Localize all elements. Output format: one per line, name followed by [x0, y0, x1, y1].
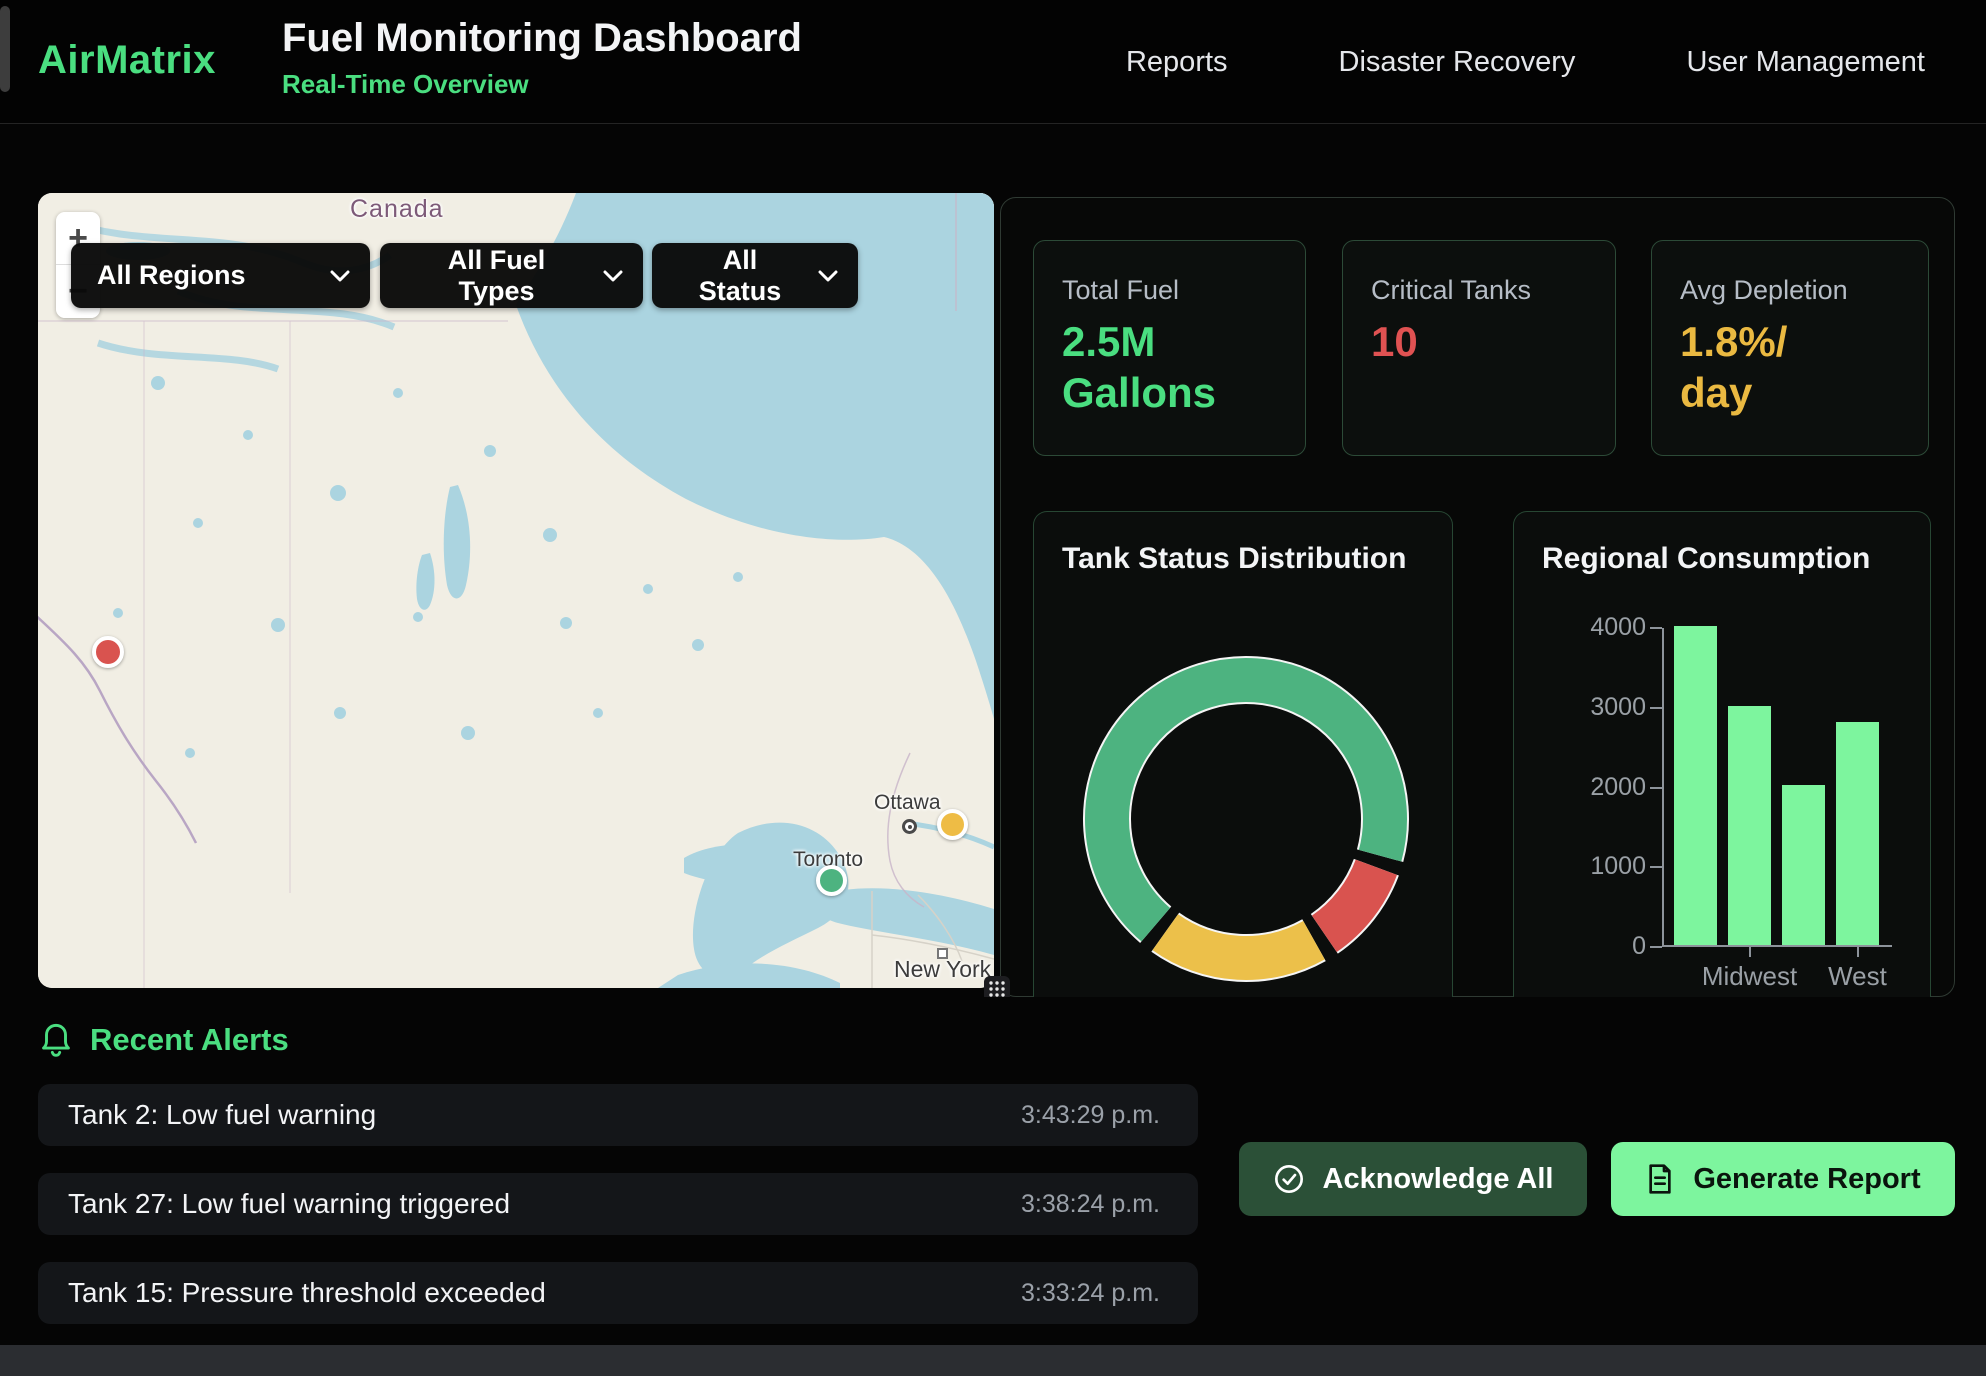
page-subtitle: Real-Time Overview [282, 69, 802, 100]
chevron-down-icon [603, 270, 623, 282]
y-axis-tick [1650, 627, 1662, 629]
stat-value: 2.5MGallons [1062, 316, 1305, 418]
nav-disaster-recovery[interactable]: Disaster Recovery [1339, 46, 1576, 79]
x-axis-tick [1749, 947, 1751, 957]
chevron-down-icon [818, 270, 838, 282]
alert-row[interactable]: Tank 15: Pressure threshold exceeded 3:3… [38, 1262, 1198, 1324]
y-axis-tick-label: 3000 [1540, 693, 1646, 722]
stat-card-total-fuel: Total Fuel 2.5MGallons [1033, 240, 1306, 456]
alert-timestamp: 3:33:24 p.m. [1021, 1279, 1160, 1308]
alert-message: Tank 27: Low fuel warning triggered [68, 1188, 510, 1220]
chart-title: Tank Status Distribution [1062, 542, 1406, 576]
bar [1674, 626, 1717, 945]
alerts-title: Recent Alerts [90, 1022, 289, 1058]
alert-message: Tank 2: Low fuel warning [68, 1099, 376, 1131]
y-axis-tick [1650, 707, 1662, 709]
overview-panel: Total Fuel 2.5MGallons Critical Tanks 10… [1000, 197, 1955, 997]
regional-consumption-bar-chart: 01000200030004000MidwestWest [1662, 628, 1892, 947]
map-label-ottawa: Ottawa [874, 791, 941, 815]
alert-timestamp: 3:38:24 p.m. [1021, 1190, 1160, 1219]
generate-report-button[interactable]: Generate Report [1611, 1142, 1955, 1216]
alert-timestamp: 3:43:29 p.m. [1021, 1101, 1160, 1130]
page-title: Fuel Monitoring Dashboard [282, 16, 802, 61]
stat-label: Total Fuel [1062, 275, 1305, 306]
title-block: Fuel Monitoring Dashboard Real-Time Over… [282, 16, 802, 100]
bottom-bar [0, 1345, 1986, 1376]
regional-consumption-chart-card: Regional Consumption 01000200030004000Mi… [1513, 511, 1931, 998]
y-axis-tick-label: 4000 [1540, 613, 1646, 642]
left-edge-scrollbar[interactable] [0, 6, 10, 92]
header: AirMatrix Fuel Monitoring Dashboard Real… [0, 0, 1986, 124]
bar [1728, 706, 1771, 945]
nav-user-management[interactable]: User Management [1686, 46, 1925, 79]
y-axis-tick [1650, 946, 1662, 948]
map-label-canada: Canada [350, 195, 444, 224]
grip-dots-icon [988, 980, 1006, 998]
tank-map[interactable]: Canada Ottawa Toronto New York + − All R… [38, 193, 994, 988]
acknowledge-all-button[interactable]: Acknowledge All [1239, 1142, 1587, 1216]
check-circle-icon [1273, 1163, 1305, 1195]
stat-label: Avg Depletion [1680, 275, 1928, 306]
stat-card-avg-depletion: Avg Depletion 1.8%/day [1651, 240, 1929, 456]
alerts-heading: Recent Alerts [38, 1021, 289, 1059]
fuel-monitoring-dashboard: AirMatrix Fuel Monitoring Dashboard Real… [0, 0, 1986, 1376]
brand-logo[interactable]: AirMatrix [38, 38, 216, 83]
y-axis-tick [1650, 866, 1662, 868]
stat-label: Critical Tanks [1371, 275, 1615, 306]
acknowledge-all-label: Acknowledge All [1323, 1163, 1554, 1196]
fuel-type-filter-select[interactable]: All Fuel Types [380, 243, 643, 308]
stat-value: 1.8%/day [1680, 316, 1928, 418]
new-york-town-icon [937, 948, 948, 959]
y-axis-tick-label: 1000 [1540, 852, 1646, 881]
map-label-new-york: New York [894, 956, 991, 983]
bell-icon [38, 1021, 74, 1059]
bar [1782, 785, 1825, 945]
tank-marker-critical[interactable] [92, 636, 124, 668]
ottawa-town-icon [902, 819, 917, 834]
tank-status-chart-card: Tank Status Distribution [1033, 511, 1453, 998]
region-filter-select[interactable]: All Regions [71, 243, 370, 308]
y-axis-tick-label: 2000 [1540, 773, 1646, 802]
stat-value: 10 [1371, 316, 1615, 367]
tank-marker-warning[interactable] [937, 809, 968, 840]
tank-status-donut-chart [1066, 639, 1426, 999]
status-filter-select[interactable]: All Status [652, 243, 858, 308]
x-axis-tick [1857, 947, 1859, 957]
x-axis-tick-label: West [1788, 961, 1928, 992]
chart-title: Regional Consumption [1542, 542, 1870, 576]
fuel-type-filter-value: All Fuel Types [406, 245, 587, 307]
alert-message: Tank 15: Pressure threshold exceeded [68, 1277, 546, 1309]
y-axis-tick-label: 0 [1540, 932, 1646, 961]
main-nav: Reports Disaster Recovery User Managemen… [1126, 0, 1925, 124]
recent-alerts-section: Recent Alerts Tank 2: Low fuel warning 3… [0, 997, 1986, 1345]
document-icon [1645, 1163, 1675, 1195]
y-axis-tick [1650, 787, 1662, 789]
region-filter-value: All Regions [97, 260, 246, 291]
tank-marker-normal[interactable] [816, 865, 847, 896]
stat-card-critical-tanks: Critical Tanks 10 [1342, 240, 1616, 456]
status-filter-value: All Status [678, 245, 802, 307]
bar [1836, 722, 1879, 945]
generate-report-label: Generate Report [1693, 1163, 1920, 1196]
nav-reports[interactable]: Reports [1126, 46, 1228, 79]
chevron-down-icon [330, 270, 350, 282]
alert-row[interactable]: Tank 27: Low fuel warning triggered 3:38… [38, 1173, 1198, 1235]
alert-row[interactable]: Tank 2: Low fuel warning 3:43:29 p.m. [38, 1084, 1198, 1146]
